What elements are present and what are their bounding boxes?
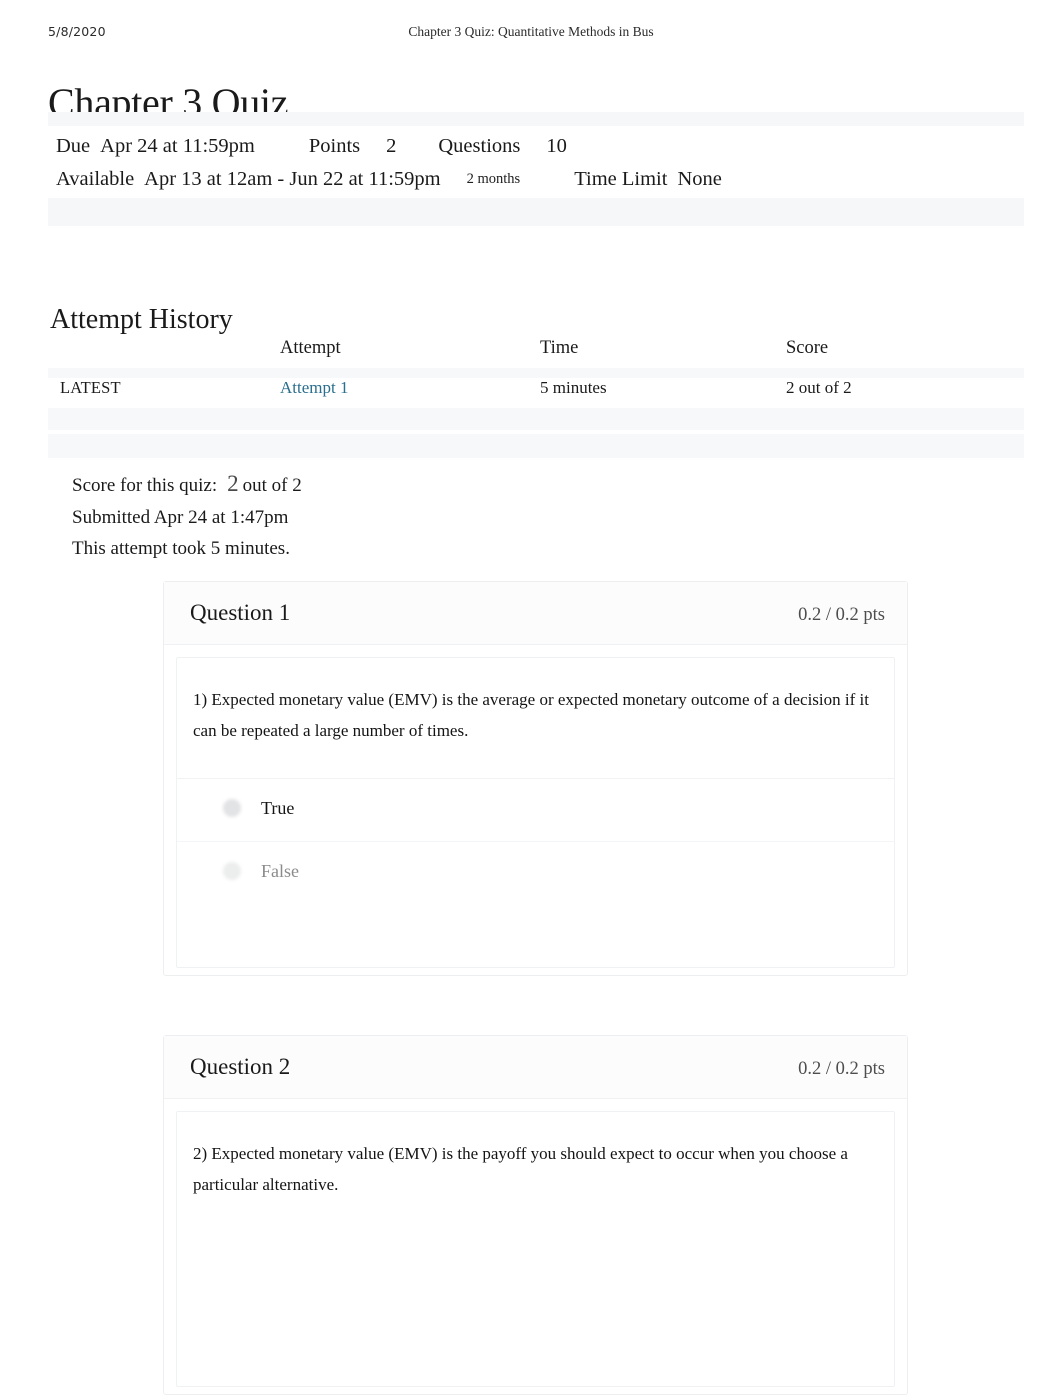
due-label: Due <box>56 135 91 157</box>
points-value: 2 <box>386 135 397 157</box>
question-card-1: Question 1 0.2 / 0.2 pts 1) Expected mon… <box>163 581 908 976</box>
table-row-spacer-top <box>48 368 1024 378</box>
due-value: Apr 24 at 11:59pm <box>100 135 255 157</box>
submitted-line: Submitted Apr 24 at 1:47pm <box>72 506 289 528</box>
quiz-details-row-1: Due Apr 24 at 11:59pm Points 2 Questions 10 <box>56 130 1024 163</box>
print-header: 5/8/2020 Chapter 3 Quiz: Quantitative Me… <box>0 24 1062 40</box>
row-score: 2 out of 2 <box>786 378 852 397</box>
question-2-title: Question 2 <box>190 1054 291 1079</box>
question-1-text: 1) Expected monetary value (EMV) is the … <box>193 690 869 740</box>
question-2-points: 0.2 / 0.2 pts <box>798 1059 885 1079</box>
score-label: Score for this quiz: <box>72 475 218 496</box>
radio-icon[interactable] <box>223 799 241 817</box>
row-time: 5 minutes <box>540 378 607 397</box>
available-duration: 2 months <box>466 171 521 187</box>
question-2-body: 2) Expected monetary value (EMV) is the … <box>176 1111 895 1387</box>
question-2-text: 2) Expected monetary value (EMV) is the … <box>193 1144 848 1194</box>
quiz-details-row-2: Available Apr 13 at 12am - Jun 22 at 11:5… <box>56 163 1024 196</box>
question-1-title: Question 1 <box>190 600 291 625</box>
answer-label-true: True <box>261 798 295 818</box>
answer-label-false: False <box>261 861 299 881</box>
column-header-attempt: Attempt <box>280 338 341 358</box>
band-strip-top <box>48 112 1024 126</box>
question-1-points: 0.2 / 0.2 pts <box>798 605 885 625</box>
points-label: Points <box>308 135 361 157</box>
questions-label: Questions <box>438 135 521 157</box>
question-2-header: Question 2 0.2 / 0.2 pts <box>164 1036 907 1099</box>
score-out-of: out of 2 <box>242 475 302 496</box>
attempt-history-heading: Attempt History <box>50 304 233 336</box>
question-card-2: Question 2 0.2 / 0.2 pts 2) Expected mon… <box>163 1035 908 1395</box>
radio-icon[interactable] <box>223 862 241 880</box>
question-1-header: Question 1 0.2 / 0.2 pts <box>164 582 907 645</box>
attempt-history-table: Attempt Time Score LATEST Attempt 1 5 mi… <box>48 338 1024 458</box>
question-1-body: 1) Expected monetary value (EMV) is the … <box>176 657 895 968</box>
duration-line: This attempt took 5 minutes. <box>72 538 290 559</box>
questions-value: 10 <box>546 135 567 157</box>
attempt-1-link[interactable]: Attempt 1 <box>280 378 348 398</box>
quiz-details-band: Due Apr 24 at 11:59pm Points 2 Questions 10 A… <box>48 112 1024 226</box>
table-row-spacer-bottom <box>48 434 1024 458</box>
table-row: LATEST Attempt 1 5 minutes 2 out of 2 <box>48 378 1024 408</box>
available-value: Apr 13 at 12am - Jun 22 at 11:59pm <box>144 168 441 190</box>
question-1-answers: True False <box>177 778 894 904</box>
table-row-spacer-mid <box>48 408 1024 430</box>
column-header-time: Time <box>540 338 579 358</box>
score-value: 2 <box>227 471 239 496</box>
column-header-score: Score <box>786 338 829 358</box>
table-header-row: Attempt Time Score <box>48 338 1024 368</box>
time-limit-value: None <box>677 168 722 190</box>
row-flag-latest: LATEST <box>60 378 121 397</box>
score-summary: Score for this quiz: 2 out of 2 Submitted … <box>72 468 772 565</box>
print-document-title: Chapter 3 Quiz: Quantitative Methods in … <box>408 24 654 39</box>
answer-option-true[interactable]: True <box>177 778 894 841</box>
score-line: Score for this quiz: 2 out of 2 <box>72 468 772 502</box>
quiz-details-rows: Due Apr 24 at 11:59pm Points 2 Questions 10 A… <box>48 126 1024 198</box>
available-label: Available <box>56 168 135 190</box>
answer-option-false[interactable]: False <box>177 841 894 904</box>
time-limit-label: Time Limit <box>574 168 668 190</box>
band-strip-bottom <box>48 198 1024 226</box>
